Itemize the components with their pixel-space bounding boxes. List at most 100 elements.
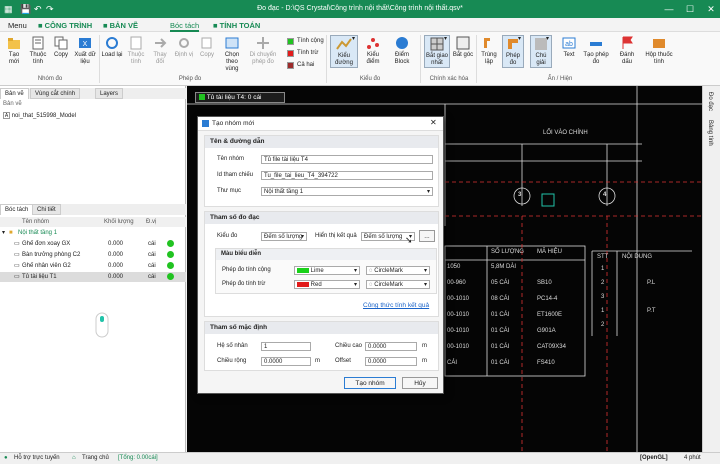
menu-bar: Menu ■ CÔNG TRÌNH ■ BẢN VẼ Bóc tách ■ TÍ… [0, 18, 720, 32]
coefficient-label: Hệ số nhân [217, 343, 248, 349]
collapse-icon[interactable]: ▾ [2, 228, 5, 238]
snap-intersection-button[interactable]: Bắt giao nhất [424, 35, 450, 68]
overlap-label: Trùng lập [481, 52, 497, 65]
properties-box-button[interactable]: Hộp thuốc tính [644, 35, 674, 66]
new-group-button[interactable]: Tạo mới [3, 35, 25, 66]
dialog-titlebar: Tạo nhóm mới ✕ [198, 117, 443, 131]
legend-button[interactable]: Chú giải [530, 35, 552, 68]
text-label: Text [563, 52, 575, 58]
export-data-button[interactable]: X Xuất dữ liệu [73, 35, 97, 66]
check-ca-hai[interactable]: Cả hai [287, 61, 314, 70]
copy-group-button[interactable]: Copy [51, 35, 71, 59]
create-group-button[interactable]: Tạo nhóm [344, 377, 396, 389]
home-link[interactable]: Trang chủ [82, 453, 109, 464]
tree-row[interactable]: ▭ Ghế nhân viên G2 0.000 cái [0, 261, 186, 271]
tree-row[interactable]: ▭ Bàn trưởng phòng C2 0.000 cái [0, 250, 186, 260]
folder-icon: ■ [9, 230, 13, 236]
group-name-input[interactable]: Tủ file tài liệu T4 [261, 155, 433, 164]
minus-color-swatch [297, 281, 309, 287]
folder-select[interactable]: Nội thất tầng 1 [261, 187, 433, 196]
tree-group[interactable]: ▾ ■ Nội thất tầng 1 [0, 228, 186, 238]
line-style-label: Kiểu đường [335, 53, 353, 66]
group-name-label: Tên nhóm [217, 156, 245, 162]
drawing-item[interactable]: A noi_that_515998_Model [3, 111, 183, 121]
close-window-icon[interactable]: ✕ [704, 2, 718, 16]
copy-measure-button[interactable]: Copy [197, 35, 217, 59]
text-button[interactable]: ab Text [558, 35, 580, 59]
table-cell: 00-1010 [447, 312, 470, 318]
table-cell: 1050 [447, 264, 461, 270]
tree-row[interactable]: ▭ Ghế đơn xoay GX 0.000 cái [0, 239, 186, 249]
menu-button[interactable]: Menu [8, 20, 27, 32]
offset-input[interactable]: 0.0000 [365, 357, 417, 366]
takeoff-table-header: Tên nhóm Khối lượng Đ.vị [0, 217, 186, 227]
color-dot-icon [167, 251, 174, 258]
maximize-icon[interactable]: ☐ [683, 2, 697, 16]
create-measure-label: Tạo phép đo [583, 52, 609, 65]
color-dot-icon [167, 273, 174, 280]
width-input[interactable]: 0.0000 [261, 357, 311, 366]
green-swatch [287, 38, 294, 45]
copy-measure-label: Copy [199, 52, 214, 58]
check-tinh-tru[interactable]: Tính trừ [287, 49, 318, 58]
plus-color-select[interactable]: Lime [294, 266, 360, 275]
overlap-button[interactable]: Trùng lập [478, 35, 500, 66]
tab-layers[interactable]: Layers [95, 88, 124, 99]
bookmark-button[interactable]: Đánh dấu [614, 35, 640, 66]
tab-boc-tach[interactable]: Bóc tách [170, 20, 200, 32]
tab-cong-trinh-label: CÔNG TRÌNH [44, 21, 93, 30]
support-link[interactable]: Hỗ trợ trực tuyến [14, 453, 60, 464]
more-options-button[interactable]: ... [419, 230, 435, 242]
minus-color-select[interactable]: Red [294, 280, 360, 289]
plus-mark-select[interactable]: ◌ CircleMark [366, 266, 430, 275]
dialog-close-icon[interactable]: ✕ [430, 118, 437, 127]
color-dot-icon [167, 240, 174, 247]
tab-cong-trinh[interactable]: ■ CÔNG TRÌNH [38, 20, 92, 32]
change-button[interactable]: Thay đổi [149, 35, 171, 66]
measurement-toggle-button[interactable]: Phép đo [502, 35, 524, 68]
tab-tinh-toan[interactable]: ■ TÍNH TOÁN [213, 20, 260, 32]
snap-angle-icon [456, 36, 470, 50]
minimize-icon[interactable]: — [662, 2, 676, 16]
side-tab-do-dac[interactable]: Đo đạc [707, 92, 713, 111]
red-swatch [287, 50, 294, 57]
measure-properties-button[interactable]: Thuộc tính [125, 35, 147, 66]
tab-vung-cat[interactable]: Vùng cắt chính [30, 88, 81, 99]
point-style-icon [367, 38, 379, 49]
coefficient-input[interactable]: 1 [261, 342, 311, 351]
cancel-button[interactable]: Hủy [402, 377, 438, 389]
check-tinh-tru-label: Tính trừ [297, 50, 319, 56]
reload-button[interactable]: Load lại [101, 35, 123, 59]
locate-button[interactable]: Định vị [173, 35, 195, 59]
move-measure-label: Di chuyển phép đo [249, 52, 277, 65]
formula-link[interactable]: Công thức tính kết quả [363, 302, 429, 309]
tab-tinh-toan-label: TÍNH TOÁN [219, 21, 261, 30]
tree-row-selected[interactable]: ▭ Tủ tài liệu T1 0.000 cái [0, 272, 186, 282]
tab-ban-ve[interactable]: ■ BẢN VẼ [103, 20, 138, 32]
move-measure-button[interactable]: Di chuyển phép đo [247, 35, 279, 66]
height-input[interactable]: 0.0000 [365, 342, 417, 351]
point-style-button[interactable]: Kiểu điểm [360, 35, 386, 66]
tab-boc-tach-panel[interactable]: Bóc tách [0, 204, 34, 215]
table-cell: P.L [647, 280, 656, 286]
minus-mark-select[interactable]: ◌ CircleMark [366, 280, 430, 289]
group-properties-button[interactable]: Thuộc tính [27, 35, 49, 66]
mouse-cursor-icon: ➘ [405, 235, 413, 245]
check-tinh-cong[interactable]: Tính cộng [287, 37, 324, 46]
minus-mark-name: CircleMark [374, 282, 403, 288]
properties-box-label: Hộp thuốc tính [645, 52, 673, 65]
block-point-button[interactable]: Điểm Block [388, 35, 416, 66]
snap-angle-button[interactable]: Bắt góc [452, 35, 474, 59]
side-tab-bang-tinh[interactable]: Bảng tính [707, 120, 713, 146]
measure-kind-select[interactable]: Đếm số lượng [261, 232, 307, 241]
measurement-toggle-label: Phép đo [505, 53, 520, 66]
support-icon: ● [4, 455, 8, 461]
reference-id-input[interactable]: Tu_file_tai_lieu_T4_394722 [261, 171, 433, 180]
reload-icon [106, 37, 118, 49]
create-measure-button[interactable]: Tạo phép đo [582, 35, 610, 66]
check-tinh-cong-label: Tính cộng [297, 38, 324, 44]
select-by-area-button[interactable]: Chọn theo vùng [219, 35, 245, 73]
tab-chi-tiet[interactable]: Chi tiết [32, 204, 61, 215]
tab-ban-ve-panel[interactable]: Bản vẽ [0, 88, 29, 99]
line-style-button[interactable]: Kiểu đường [330, 35, 358, 68]
